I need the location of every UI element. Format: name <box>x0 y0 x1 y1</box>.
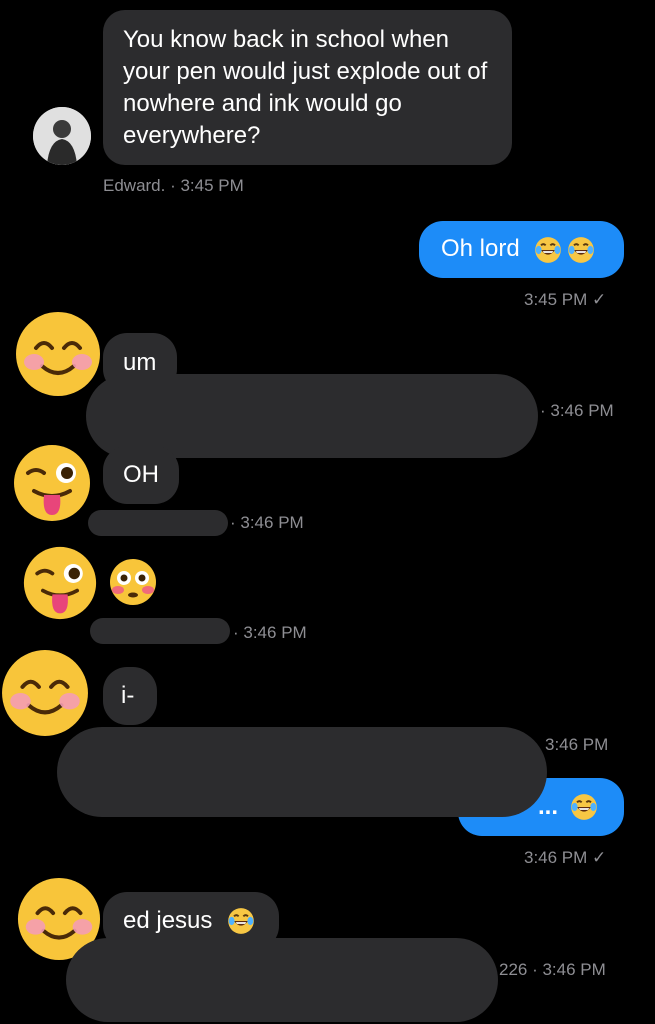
message-meta: 3:46 PM <box>545 735 609 754</box>
sender-avatar[interactable] <box>33 107 91 165</box>
smiling-face-icon <box>16 312 100 396</box>
redaction-bar <box>88 510 228 536</box>
user-photo-avatar-icon <box>33 107 91 165</box>
winking-tongue-face-icon <box>14 445 90 521</box>
message-meta: · 3:46 PM <box>230 513 304 532</box>
message-text: OH <box>123 461 159 488</box>
message-meta: · 3:46 PM <box>540 401 614 420</box>
message-bubble-incoming[interactable]: You know back in school when your pen wo… <box>103 10 512 165</box>
message-text: You know back in school when your pen wo… <box>123 26 488 149</box>
flushed-face-icon[interactable] <box>108 557 158 607</box>
redaction-bar <box>66 938 498 1022</box>
message-meta: Edward. · 3:45 PM <box>103 176 244 195</box>
redaction-bar <box>90 618 230 644</box>
smiling-face-icon <box>2 650 88 736</box>
message-text: i- <box>121 682 135 709</box>
message-meta: 3:45 PM ✓ <box>524 290 607 309</box>
message-text: ... <box>538 793 559 820</box>
message-meta: 226 · 3:46 PM <box>499 960 606 979</box>
message-bubble-incoming[interactable]: OH <box>103 446 179 504</box>
tears-of-joy-icon <box>570 793 598 821</box>
message-bubble-incoming[interactable]: i- <box>103 667 157 725</box>
tears-of-joy-icon <box>567 236 595 264</box>
tears-of-joy-icon <box>534 236 562 264</box>
message-meta: 3:46 PM ✓ <box>524 848 607 867</box>
redaction-bar <box>57 727 547 817</box>
winking-tongue-face-icon <box>23 546 97 620</box>
message-text: ed jesus <box>123 907 213 934</box>
message-meta: · 3:46 PM <box>233 623 307 642</box>
message-text: Oh lord <box>441 235 520 262</box>
tears-of-joy-icon <box>227 907 255 935</box>
message-bubble-outgoing[interactable]: Oh lord <box>419 221 624 278</box>
